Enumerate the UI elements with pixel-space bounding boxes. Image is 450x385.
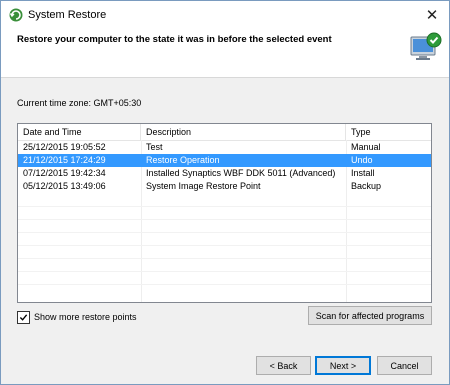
row-type: Manual (351, 142, 381, 152)
show-more-restore-points[interactable]: Show more restore points (17, 310, 137, 324)
row-divider (18, 232, 431, 233)
content-area: Current time zone: GMT+05:30 Date and Ti… (1, 77, 449, 338)
row-divider (18, 219, 431, 220)
system-restore-icon (8, 7, 24, 23)
back-button[interactable]: < Back (256, 356, 311, 375)
row-description: Installed Synaptics WBF DDK 5011 (Advanc… (146, 168, 336, 178)
row-description: Test (146, 142, 163, 152)
row-divider (18, 284, 431, 285)
cancel-button[interactable]: Cancel (377, 356, 432, 375)
row-description: System Image Restore Point (146, 181, 261, 191)
table-row[interactable]: 07/12/2015 19:42:34 Installed Synaptics … (18, 167, 431, 180)
row-date: 25/12/2015 19:05:52 (23, 142, 106, 152)
header: Restore your computer to the state it wa… (1, 29, 449, 77)
column-header-date[interactable]: Date and Time (18, 124, 141, 140)
table-row[interactable]: 25/12/2015 19:05:52 Test Manual (18, 141, 431, 154)
row-date: 21/12/2015 17:24:29 (23, 155, 106, 165)
next-button[interactable]: Next > (315, 356, 371, 375)
table-header: Date and Time Description Type (18, 124, 431, 141)
system-restore-window: System Restore ✕ Restore your computer t… (0, 0, 450, 385)
row-divider (18, 258, 431, 259)
row-type: Install (351, 168, 375, 178)
checkmark-icon (19, 313, 28, 321)
page-title: Restore your computer to the state it wa… (17, 34, 332, 45)
window-title: System Restore (28, 9, 107, 21)
row-description: Restore Operation (146, 155, 220, 165)
show-more-checkbox[interactable] (17, 310, 30, 324)
row-divider (18, 206, 431, 207)
table-row-selected[interactable]: 21/12/2015 17:24:29 Restore Operation Un… (18, 154, 431, 167)
scan-affected-programs-button[interactable]: Scan for affected programs (308, 306, 432, 325)
footer: < Back Next > Cancel (1, 337, 449, 384)
column-header-type[interactable]: Type (346, 124, 431, 140)
column-header-description[interactable]: Description (141, 124, 346, 140)
close-icon: ✕ (425, 7, 439, 24)
row-type: Backup (351, 181, 382, 191)
table-row[interactable]: 05/12/2015 13:49:06 System Image Restore… (18, 180, 431, 193)
row-divider (18, 271, 431, 272)
row-date: 07/12/2015 19:42:34 (23, 168, 106, 178)
restore-computer-icon (407, 29, 443, 65)
row-date: 05/12/2015 13:49:06 (23, 181, 106, 191)
show-more-label: Show more restore points (34, 312, 137, 322)
row-type: Undo (351, 155, 373, 165)
row-divider (18, 245, 431, 246)
restore-points-list[interactable]: Date and Time Description Type 25/12/201… (17, 123, 432, 303)
title-bar: System Restore ✕ (1, 1, 449, 29)
timezone-label: Current time zone: GMT+05:30 (17, 98, 142, 108)
close-button[interactable]: ✕ (415, 1, 449, 29)
